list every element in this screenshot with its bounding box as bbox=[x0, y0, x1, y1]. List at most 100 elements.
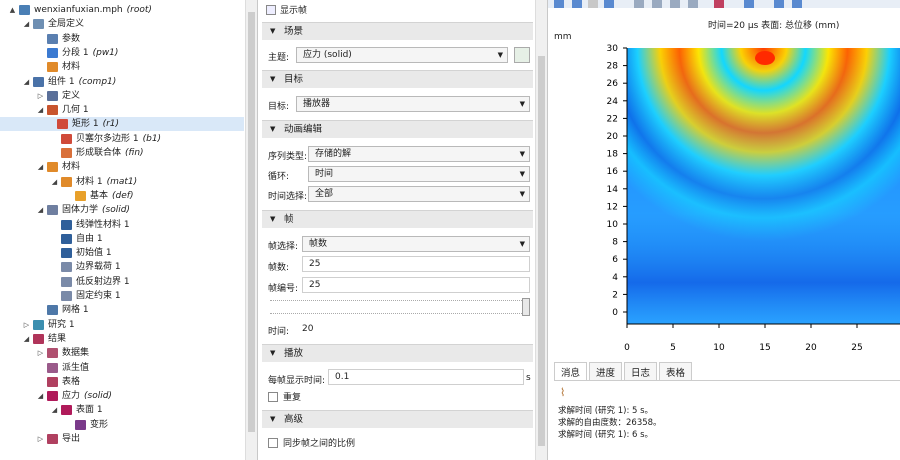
subject-select[interactable]: 应力 (solid) ▼ bbox=[296, 47, 508, 63]
displacement-plot[interactable]: 302826242220181614121086420 05101520253 bbox=[548, 36, 900, 356]
tree-item[interactable]: 基本 (def) bbox=[4, 189, 133, 203]
expand-toggle-icon[interactable]: ▷ bbox=[36, 432, 45, 446]
zoom-in-2-icon[interactable] bbox=[670, 0, 680, 8]
tree-item[interactable]: ◢ 表面 1 bbox=[4, 403, 103, 417]
loop-select[interactable]: 时间 ▼ bbox=[308, 166, 530, 182]
tree-item[interactable]: 矩形 1 (r1) bbox=[0, 117, 244, 132]
time-selection-select[interactable]: 全部 ▼ bbox=[308, 186, 530, 202]
tree-item[interactable]: ◢ 组件 1 (comp1) bbox=[4, 75, 116, 89]
export-icon bbox=[47, 434, 58, 444]
expand-toggle-icon[interactable]: ◢ bbox=[50, 175, 59, 189]
frame-index-input[interactable]: 25 bbox=[302, 277, 530, 293]
tree-item[interactable]: ▷ 导出 bbox=[4, 432, 80, 446]
tree-item[interactable]: ▷ 数据集 bbox=[4, 346, 89, 360]
tree-item[interactable]: 低反射边界 1 bbox=[4, 275, 130, 289]
tree-item[interactable]: ◢ 材料 bbox=[4, 160, 80, 174]
tree-item[interactable]: 贝塞尔多边形 1 (b1) bbox=[4, 132, 161, 146]
tree-item[interactable]: 边界载荷 1 bbox=[4, 260, 121, 274]
tree-item[interactable]: ▷ 定义 bbox=[4, 89, 80, 103]
section-advanced[interactable]: ▼ 高级 bbox=[262, 410, 533, 428]
frame-slider-handle[interactable] bbox=[522, 298, 530, 316]
tree-item[interactable]: 自由 1 bbox=[4, 232, 103, 246]
sync-scale-checkbox[interactable]: 同步帧之间的比例 bbox=[268, 436, 355, 449]
results-icon bbox=[33, 333, 44, 344]
expand-toggle-icon[interactable]: ◢ bbox=[36, 160, 45, 174]
frame-count-input[interactable]: 25 bbox=[302, 256, 530, 272]
expand-toggle-icon[interactable]: ▲ bbox=[8, 3, 17, 17]
frame-slider-track[interactable] bbox=[270, 300, 522, 314]
rotate-icon[interactable] bbox=[604, 0, 614, 8]
section-target[interactable]: ▼ 目标 bbox=[262, 70, 533, 88]
frame-selection-select[interactable]: 帧数 ▼ bbox=[302, 236, 530, 252]
settings-scroll-thumb[interactable] bbox=[538, 56, 545, 446]
zoom-out-2-icon[interactable] bbox=[688, 0, 698, 8]
zoom-box-icon[interactable] bbox=[652, 0, 662, 8]
tree-item-label: 贝塞尔多边形 1 bbox=[76, 133, 139, 144]
definitions-icon bbox=[47, 90, 58, 101]
tree-item[interactable]: 表格 bbox=[4, 375, 80, 389]
expand-toggle-icon[interactable]: ▷ bbox=[36, 89, 45, 103]
tree-item[interactable]: 分段 1 (pw1) bbox=[4, 46, 118, 60]
tree-item[interactable]: 变形 bbox=[4, 418, 108, 432]
section-playback[interactable]: ▼ 播放 bbox=[262, 344, 533, 362]
tree-item[interactable]: 材料 bbox=[4, 60, 80, 74]
tree-item-label: 低反射边界 1 bbox=[76, 276, 130, 287]
expand-toggle-icon[interactable]: ▷ bbox=[36, 346, 45, 360]
export-image-icon[interactable] bbox=[744, 0, 754, 8]
tree-item[interactable]: ◢ 应力 (solid) bbox=[4, 389, 112, 403]
tree-scroll-thumb[interactable] bbox=[248, 12, 255, 432]
tree-item[interactable]: 初始值 1 bbox=[4, 246, 112, 260]
time-per-frame-input[interactable]: 0.1 bbox=[328, 369, 524, 385]
tab-messages[interactable]: 消息 bbox=[554, 362, 588, 380]
tree-item[interactable]: ◢ 固体力学 (solid) bbox=[4, 203, 130, 217]
expand-toggle-icon[interactable]: ◢ bbox=[36, 103, 45, 117]
tree-item[interactable]: 线弹性材料 1 bbox=[4, 218, 130, 232]
tab-log[interactable]: 日志 bbox=[624, 362, 658, 380]
sequence-type-select[interactable]: 存储的解 ▼ bbox=[308, 146, 530, 162]
tree-item[interactable]: ◢ 材料 1 (mat1) bbox=[4, 175, 137, 189]
show-frame-button[interactable]: 显示帧 bbox=[266, 3, 307, 16]
tree-item[interactable]: ◢ 全局定义 bbox=[4, 17, 84, 31]
section-frames-title: 帧 bbox=[284, 214, 294, 225]
go-to-source-button[interactable] bbox=[514, 47, 530, 63]
tree-item[interactable]: 固定约束 1 bbox=[4, 289, 121, 303]
expand-toggle-icon[interactable]: ◢ bbox=[22, 75, 31, 89]
settings-scrollbar[interactable] bbox=[535, 0, 547, 460]
expand-toggle-icon[interactable]: ▷ bbox=[22, 318, 31, 332]
zoom-out-icon[interactable] bbox=[588, 0, 598, 8]
select-icon[interactable] bbox=[714, 0, 724, 8]
expand-toggle-icon[interactable]: ◢ bbox=[22, 332, 31, 346]
tree-scrollbar[interactable] bbox=[245, 0, 257, 460]
section-frames[interactable]: ▼ 帧 bbox=[262, 210, 533, 228]
zoom-in-icon[interactable] bbox=[572, 0, 582, 8]
search-icon[interactable] bbox=[634, 0, 644, 8]
print-icon[interactable] bbox=[792, 0, 802, 8]
broom-icon[interactable]: ⌇ bbox=[560, 387, 565, 399]
tree-item[interactable]: ◢ 几何 1 bbox=[4, 103, 89, 117]
tree-item-label: 派生值 bbox=[62, 362, 90, 373]
tree-item[interactable]: 网格 1 bbox=[4, 303, 89, 317]
tree-item-tag: (pw1) bbox=[92, 47, 119, 58]
tree-item-label: 材料 1 bbox=[76, 176, 103, 187]
repeat-checkbox[interactable]: 重复 bbox=[268, 390, 301, 403]
expand-toggle-icon[interactable]: ◢ bbox=[22, 17, 31, 31]
tree-item-tag: (solid) bbox=[84, 391, 112, 402]
tree-item[interactable]: ▲ wenxianfuxian.mph (root) bbox=[4, 3, 152, 17]
tree-item[interactable]: 派生值 bbox=[4, 361, 89, 375]
expand-toggle-icon[interactable]: ◢ bbox=[36, 203, 45, 217]
tree-item[interactable]: 形成联合体 (fin) bbox=[4, 146, 144, 160]
expand-toggle-icon[interactable]: ◢ bbox=[50, 403, 59, 417]
tree-item[interactable]: ▷ 研究 1 bbox=[4, 318, 75, 332]
tab-table[interactable]: 表格 bbox=[659, 362, 693, 380]
plot-title: 时间=20 μs 表面: 总位移 (mm) bbox=[708, 21, 840, 31]
tree-item[interactable]: ◢ 结果 bbox=[4, 332, 66, 346]
section-animation-editing[interactable]: ▼ 动画编辑 bbox=[262, 120, 533, 138]
zoom-extents-icon[interactable] bbox=[554, 0, 564, 8]
camera-icon[interactable] bbox=[774, 0, 784, 8]
expand-toggle-icon[interactable]: ◢ bbox=[36, 389, 45, 403]
frame-count-label: 帧数: bbox=[268, 263, 290, 273]
tab-progress[interactable]: 进度 bbox=[589, 362, 623, 380]
tree-item[interactable]: 参数 bbox=[4, 32, 80, 46]
target-select[interactable]: 播放器 ▼ bbox=[296, 96, 530, 112]
section-scene[interactable]: ▼ 场景 bbox=[262, 22, 533, 40]
